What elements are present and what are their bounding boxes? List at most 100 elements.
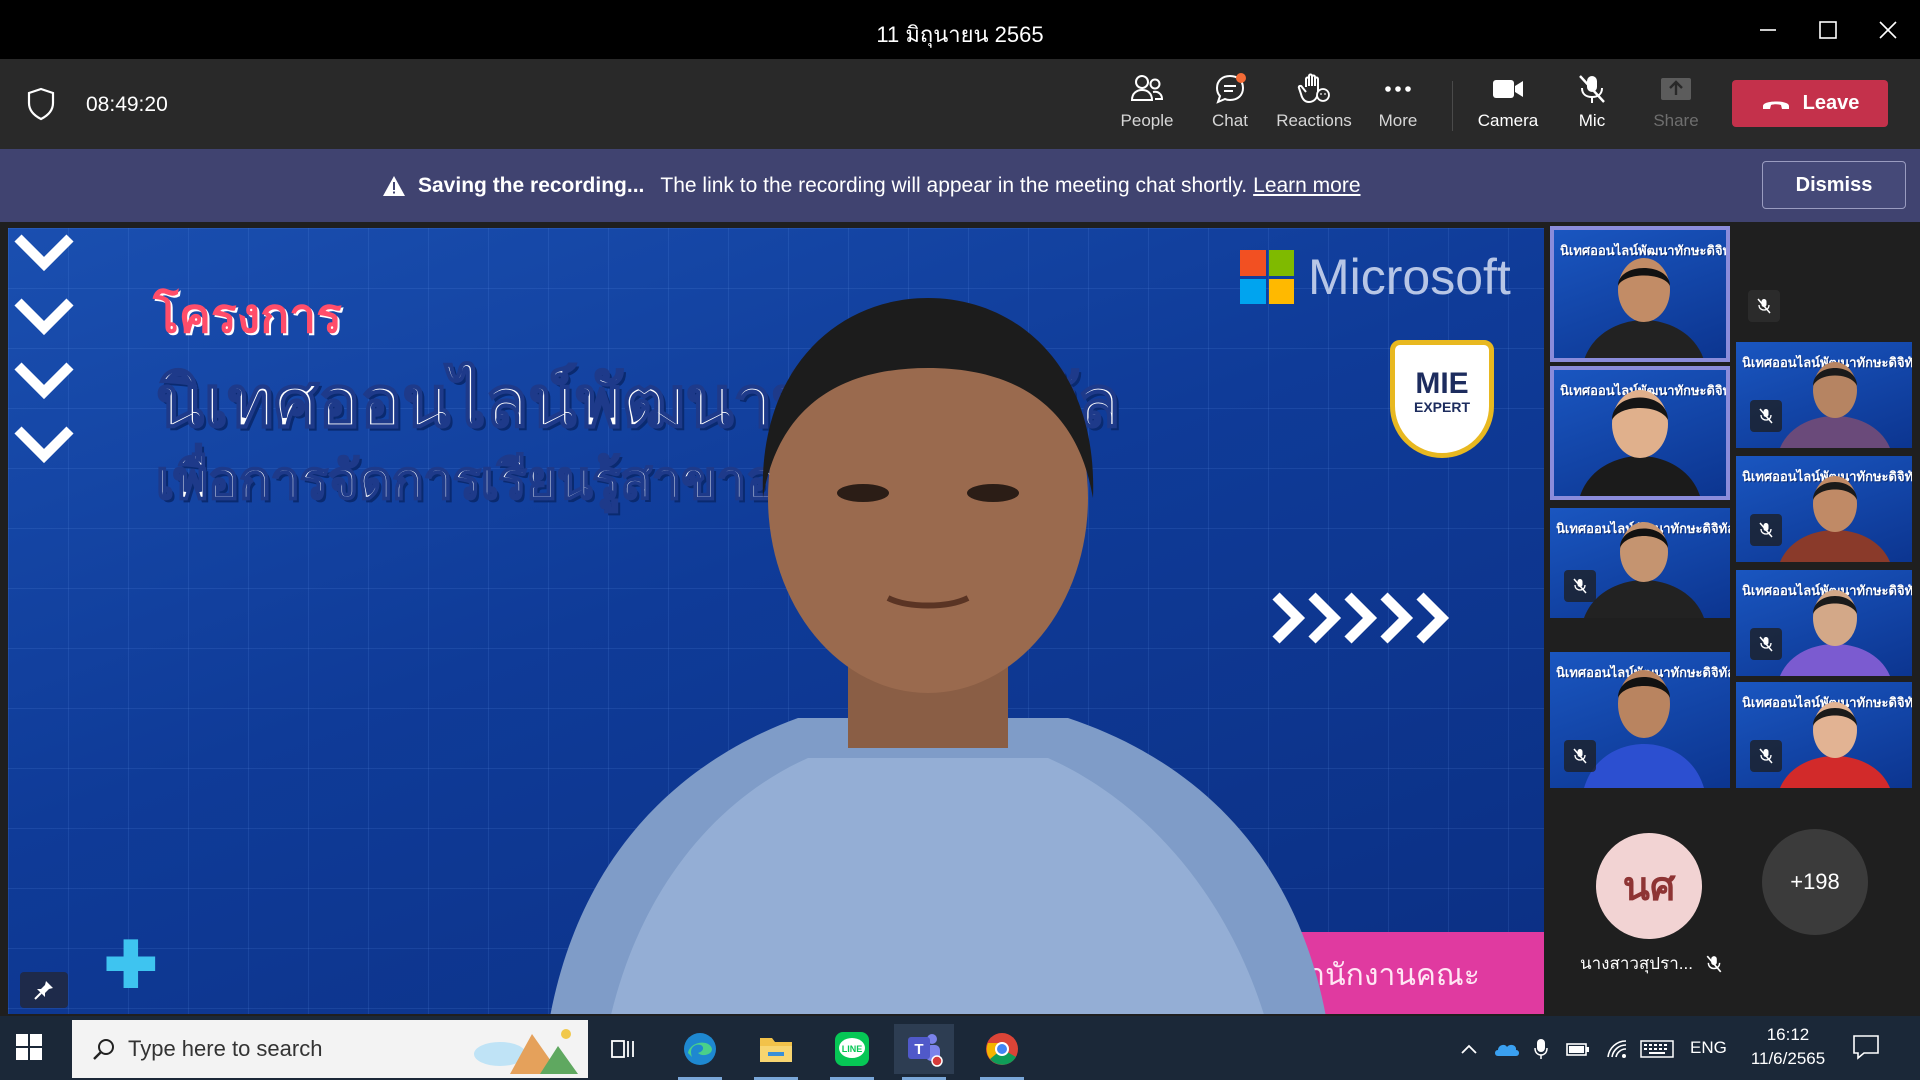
participant-figure	[1780, 590, 1890, 676]
meeting-timer: 08:49:20	[86, 93, 168, 116]
onedrive-icon	[1495, 1044, 1519, 1056]
search-icon	[93, 1039, 114, 1060]
participant-tile[interactable]: นิเทศออนไลน์พัฒนาทักษะดิจิทัล	[1550, 226, 1730, 362]
share-button[interactable]: Share	[1634, 73, 1718, 141]
participant-tile[interactable]: นิเทศออนไลน์พัฒนาทักษะดิจิทัล	[1736, 342, 1912, 448]
onedrive-tray-icon[interactable]	[1494, 1034, 1520, 1064]
avatar[interactable]: นศ	[1596, 833, 1702, 939]
hang-up-icon	[1762, 101, 1789, 109]
chevron-icon	[14, 234, 74, 272]
speaker-figure	[550, 298, 1326, 1014]
maximize-button[interactable]	[1808, 10, 1848, 50]
mic-label: Mic	[1578, 111, 1606, 130]
task-view-button[interactable]	[594, 1024, 654, 1074]
mic-off-icon	[1759, 408, 1773, 424]
mic-off-indicator	[1750, 514, 1782, 546]
participant-tile[interactable]: นิเทศออนไลน์พัฒนาทักษะดิจิทัล	[1550, 366, 1730, 500]
more-label: More	[1378, 111, 1418, 130]
taskbar-chrome[interactable]	[972, 1024, 1032, 1080]
taskbar-teams[interactable]: T	[894, 1024, 954, 1080]
mic-off-indicator	[1750, 400, 1782, 432]
participant-tile[interactable]: นิเทศออนไลน์พัฒนาทักษะดิจิทัล	[1736, 570, 1912, 676]
participant-tile[interactable]: นิเทศออนไลน์พัฒนาทักษะดิจิทัล	[1736, 682, 1912, 788]
svg-text:T: T	[914, 1041, 923, 1058]
people-button[interactable]: People	[1105, 73, 1189, 141]
chevron-icon	[14, 298, 74, 336]
warning-icon	[383, 176, 405, 196]
camera-icon	[1493, 80, 1523, 98]
chat-button[interactable]: Chat	[1188, 73, 1272, 141]
taskbar-search-box[interactable]: Type here to search	[72, 1020, 588, 1078]
participant-figure	[1780, 362, 1890, 448]
participant-figure	[1584, 670, 1704, 788]
mic-off-icon	[1757, 298, 1771, 314]
camera-button[interactable]: Camera	[1466, 73, 1550, 141]
task-view-icon	[611, 1040, 634, 1058]
mic-off-icon	[1579, 75, 1605, 103]
participant-figure	[1580, 390, 1700, 496]
reactions-button[interactable]: Reactions	[1272, 73, 1356, 141]
edge-icon	[684, 1033, 716, 1065]
overflow-participants-button[interactable]: +198	[1762, 829, 1868, 935]
battery-icon	[1566, 1043, 1589, 1056]
battery-tray-icon[interactable]	[1566, 1034, 1590, 1064]
dismiss-button[interactable]: Dismiss	[1762, 161, 1906, 209]
wifi-tray-icon[interactable]	[1606, 1034, 1628, 1064]
wifi-icon	[1607, 1040, 1627, 1058]
start-button[interactable]	[16, 1034, 42, 1065]
main-speaker-video[interactable]: โครงการ นิเทศออนไลน์พัฒนาทักษะดิจิทัล เพ…	[8, 228, 1544, 1014]
participant-figure	[1780, 476, 1890, 562]
leave-button[interactable]: Leave	[1732, 80, 1888, 127]
show-hidden-icons-button[interactable]	[1460, 1034, 1478, 1064]
close-button[interactable]	[1868, 10, 1908, 50]
input-language-indicator[interactable]: ENG	[1690, 1038, 1727, 1058]
mic-button[interactable]: Mic	[1550, 73, 1634, 141]
more-button[interactable]: More	[1356, 73, 1440, 141]
pin-button[interactable]	[20, 972, 68, 1008]
keyboard-tray-icon[interactable]	[1640, 1034, 1674, 1064]
mic-off-indicator	[1748, 290, 1780, 322]
mic-off-icon	[1759, 636, 1773, 652]
notification-center-button[interactable]	[1852, 1034, 1880, 1065]
taskbar-edge[interactable]	[670, 1024, 730, 1080]
taskbar-line[interactable]: LINE	[822, 1024, 882, 1080]
notification-icon	[1853, 1035, 1879, 1060]
microsoft-wordmark: Microsoft	[1308, 249, 1511, 305]
leave-label: Leave	[1802, 92, 1860, 114]
microphone-tray-icon[interactable]	[1534, 1034, 1548, 1064]
mic-off-indicator	[1750, 628, 1782, 660]
taskbar-clock[interactable]: 16:12 11/6/2565	[1736, 1023, 1840, 1071]
teams-icon: T	[908, 1034, 943, 1067]
chevron-up-icon	[1461, 1044, 1477, 1054]
participant-tile[interactable]: นิเทศออนไลน์พัฒนาทักษะดิจิทัล	[1550, 652, 1730, 788]
slide-footer-text: สำนักงานคณะกรรมการอาชีวศึกษา	[1290, 959, 1480, 1014]
toolbar-divider	[1452, 81, 1453, 131]
line-app-icon: LINE	[835, 1032, 869, 1066]
avatar-label: นางสาวสุปรา...	[1580, 950, 1723, 977]
learn-more-link[interactable]: Learn more	[1253, 174, 1360, 198]
slide-line-1: โครงการ	[153, 290, 342, 343]
clock-date: 11/6/2565	[1750, 1049, 1826, 1068]
mic-off-icon	[1759, 748, 1773, 764]
banner-message: Saving the recording... The link to the …	[382, 174, 1361, 198]
recording-banner: Saving the recording... The link to the …	[0, 149, 1920, 222]
microphone-icon	[1534, 1039, 1548, 1059]
chevron-icon	[14, 426, 74, 464]
folder-icon	[760, 1038, 792, 1062]
participant-figure	[1780, 702, 1890, 788]
minimize-button[interactable]	[1748, 10, 1788, 50]
windows-taskbar: Type here to search LINE T ENG 16:12 11/…	[0, 1016, 1920, 1080]
participant-figure	[1584, 522, 1704, 618]
mic-off-icon	[1573, 578, 1587, 594]
share-label: Share	[1653, 111, 1699, 130]
participant-tile[interactable]: นิเทศออนไลน์พัฒนาทักษะดิจิทัล	[1736, 456, 1912, 562]
reactions-label: Reactions	[1276, 111, 1352, 130]
participant-tile[interactable]: นิเทศออนไลน์พัฒนาทักษะดิจิทัล	[1550, 508, 1730, 618]
shield-icon[interactable]	[26, 87, 56, 126]
raise-hand-icon	[1297, 73, 1330, 104]
mie-expert-badge: MIE EXPERT	[1390, 340, 1494, 458]
taskbar-file-explorer[interactable]	[746, 1024, 806, 1080]
mic-off-icon	[1759, 522, 1773, 538]
pin-icon	[34, 981, 53, 1000]
chevron-icon	[14, 362, 74, 400]
